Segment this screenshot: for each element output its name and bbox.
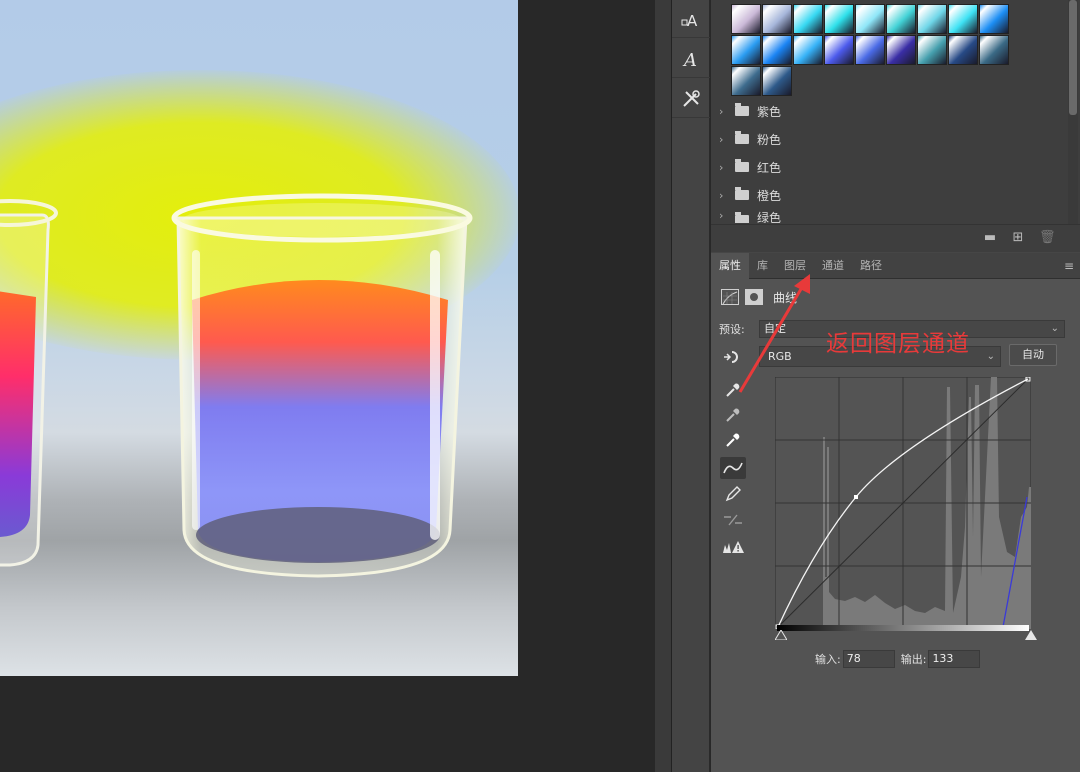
tab-layers[interactable]: 图层 bbox=[776, 253, 814, 279]
gradient-swatch[interactable] bbox=[824, 35, 854, 65]
curves-graph[interactable] bbox=[775, 377, 1031, 629]
canvas-area[interactable] bbox=[0, 0, 655, 772]
gradient-swatch[interactable] bbox=[886, 4, 916, 34]
layer-mask-icon[interactable] bbox=[745, 289, 763, 305]
gradient-swatch[interactable] bbox=[979, 4, 1009, 34]
folder-list: › 紫色 › 粉色 › 红色 › 橙色 › 绿色 bbox=[711, 97, 1063, 223]
gradient-swatch[interactable] bbox=[762, 4, 792, 34]
scrollbar-thumb[interactable] bbox=[1069, 0, 1077, 115]
beaker-left bbox=[0, 185, 80, 585]
gradients-panel: › 紫色 › 粉色 › 红色 › 橙色 › 绿色 ▬ ⊞ 🗑 bbox=[711, 0, 1080, 252]
panel-tabs: 属性 库 图层 通道 路径 bbox=[711, 253, 1080, 279]
tab-libraries[interactable]: 库 bbox=[749, 253, 776, 279]
folder-icon bbox=[735, 187, 749, 200]
folder-label: 绿色 bbox=[757, 211, 782, 223]
chevron-right-icon: › bbox=[719, 160, 724, 174]
chevron-right-icon: › bbox=[719, 104, 724, 118]
gradient-swatch[interactable] bbox=[948, 35, 978, 65]
annotation-text: 返回图层通道 bbox=[826, 331, 970, 357]
new-group-icon[interactable]: ▬ bbox=[983, 231, 997, 245]
folder-item[interactable]: › 粉色 bbox=[711, 125, 1063, 153]
panel-menu-icon[interactable]: ≡ bbox=[1064, 259, 1074, 273]
gradient-swatch[interactable] bbox=[793, 4, 823, 34]
output-label: 输出: bbox=[900, 653, 927, 666]
folder-item[interactable]: › 橙色 bbox=[711, 181, 1063, 209]
gradient-swatch[interactable] bbox=[762, 66, 792, 96]
folder-label: 橙色 bbox=[757, 188, 782, 203]
gradient-swatch[interactable] bbox=[855, 35, 885, 65]
preset-label: 预设: bbox=[719, 323, 745, 336]
input-gradient-bar bbox=[777, 625, 1029, 631]
document-canvas[interactable] bbox=[0, 0, 518, 676]
tab-channels[interactable]: 通道 bbox=[814, 253, 852, 279]
folder-item[interactable]: › 紫色 bbox=[711, 97, 1063, 125]
gradient-swatch[interactable] bbox=[855, 4, 885, 34]
folder-icon bbox=[735, 159, 749, 172]
photoshop-window: A A › 紫色 › 粉色 › 红色 › 橙色 › 绿色 ▬ ⊞ 🗑 属性 库 … bbox=[0, 0, 1080, 772]
adjustment-header: 曲线 bbox=[721, 287, 797, 307]
right-panel-column: › 紫色 › 粉色 › 红色 › 橙色 › 绿色 ▬ ⊞ 🗑 属性 库 图层 通道 路径 … bbox=[711, 0, 1080, 772]
gradient-swatch[interactable] bbox=[762, 35, 792, 65]
gradient-swatch[interactable] bbox=[948, 4, 978, 34]
gradient-swatch[interactable] bbox=[917, 4, 947, 34]
black-point-slider[interactable] bbox=[775, 630, 787, 640]
gradient-swatch[interactable] bbox=[886, 35, 916, 65]
gradient-swatch[interactable] bbox=[731, 66, 761, 96]
svg-text:A: A bbox=[687, 12, 698, 30]
folder-label: 粉色 bbox=[757, 132, 782, 147]
auto-button[interactable]: 自动 bbox=[1009, 344, 1057, 366]
svg-text:A: A bbox=[682, 50, 697, 70]
type-on-path-icon[interactable]: A bbox=[672, 0, 710, 38]
chevron-down-icon: ⌄ bbox=[1050, 323, 1059, 334]
white-point-slider[interactable] bbox=[1025, 630, 1037, 640]
gradient-swatch[interactable] bbox=[793, 35, 823, 65]
curve-point-tool-icon[interactable] bbox=[720, 457, 746, 479]
gray-point-eyedropper-icon[interactable] bbox=[720, 404, 746, 426]
output-field[interactable]: 133 bbox=[928, 650, 981, 668]
tab-properties[interactable]: 属性 bbox=[711, 253, 749, 279]
curves-adjustment-icon bbox=[721, 289, 739, 305]
tools-icon[interactable] bbox=[672, 80, 710, 118]
channel-value: RGB bbox=[768, 350, 792, 363]
curve-point bbox=[854, 495, 858, 499]
adjustment-title: 曲线 bbox=[773, 290, 798, 305]
character-icon[interactable]: A bbox=[672, 40, 710, 78]
white-point-eyedropper-icon[interactable] bbox=[720, 429, 746, 451]
chevron-right-icon: › bbox=[719, 188, 724, 202]
pencil-icon[interactable] bbox=[720, 483, 746, 505]
folder-icon bbox=[735, 131, 749, 144]
black-point-eyedropper-icon[interactable] bbox=[720, 379, 746, 401]
folder-item[interactable]: › 绿色 bbox=[711, 209, 1063, 223]
gradients-panel-footer: ▬ ⊞ 🗑 bbox=[711, 224, 1080, 252]
chevron-down-icon: ⌄ bbox=[986, 351, 995, 362]
smooth-curve-icon[interactable] bbox=[720, 509, 746, 531]
gradient-swatch[interactable] bbox=[731, 35, 761, 65]
folder-label: 紫色 bbox=[757, 104, 782, 119]
gradient-swatch[interactable] bbox=[979, 35, 1009, 65]
clipping-warning-icon[interactable] bbox=[720, 536, 746, 558]
preset-value: 自定 bbox=[764, 322, 786, 335]
gradient-swatch[interactable] bbox=[917, 35, 947, 65]
input-output-row: 输入: 78 输出: 133 bbox=[815, 650, 986, 668]
folder-icon bbox=[735, 212, 749, 223]
on-image-adjust-icon[interactable] bbox=[720, 346, 746, 368]
panel-icon-strip: A A bbox=[672, 0, 710, 772]
chevron-right-icon: › bbox=[719, 132, 724, 146]
input-field[interactable]: 78 bbox=[842, 650, 895, 668]
folder-label: 红色 bbox=[757, 160, 782, 175]
tab-paths[interactable]: 路径 bbox=[852, 253, 890, 279]
folder-icon bbox=[735, 103, 749, 116]
chevron-right-icon: › bbox=[719, 209, 724, 222]
gradient-swatch[interactable] bbox=[824, 4, 854, 34]
input-label: 输入: bbox=[815, 653, 841, 666]
gradient-swatch[interactable] bbox=[731, 4, 761, 34]
panel-dock-handle[interactable] bbox=[655, 0, 672, 772]
beaker-main bbox=[168, 190, 478, 585]
folder-item[interactable]: › 红色 bbox=[711, 153, 1063, 181]
trash-icon[interactable]: 🗑 bbox=[1039, 231, 1056, 245]
new-gradient-icon[interactable]: ⊞ bbox=[1011, 231, 1025, 245]
